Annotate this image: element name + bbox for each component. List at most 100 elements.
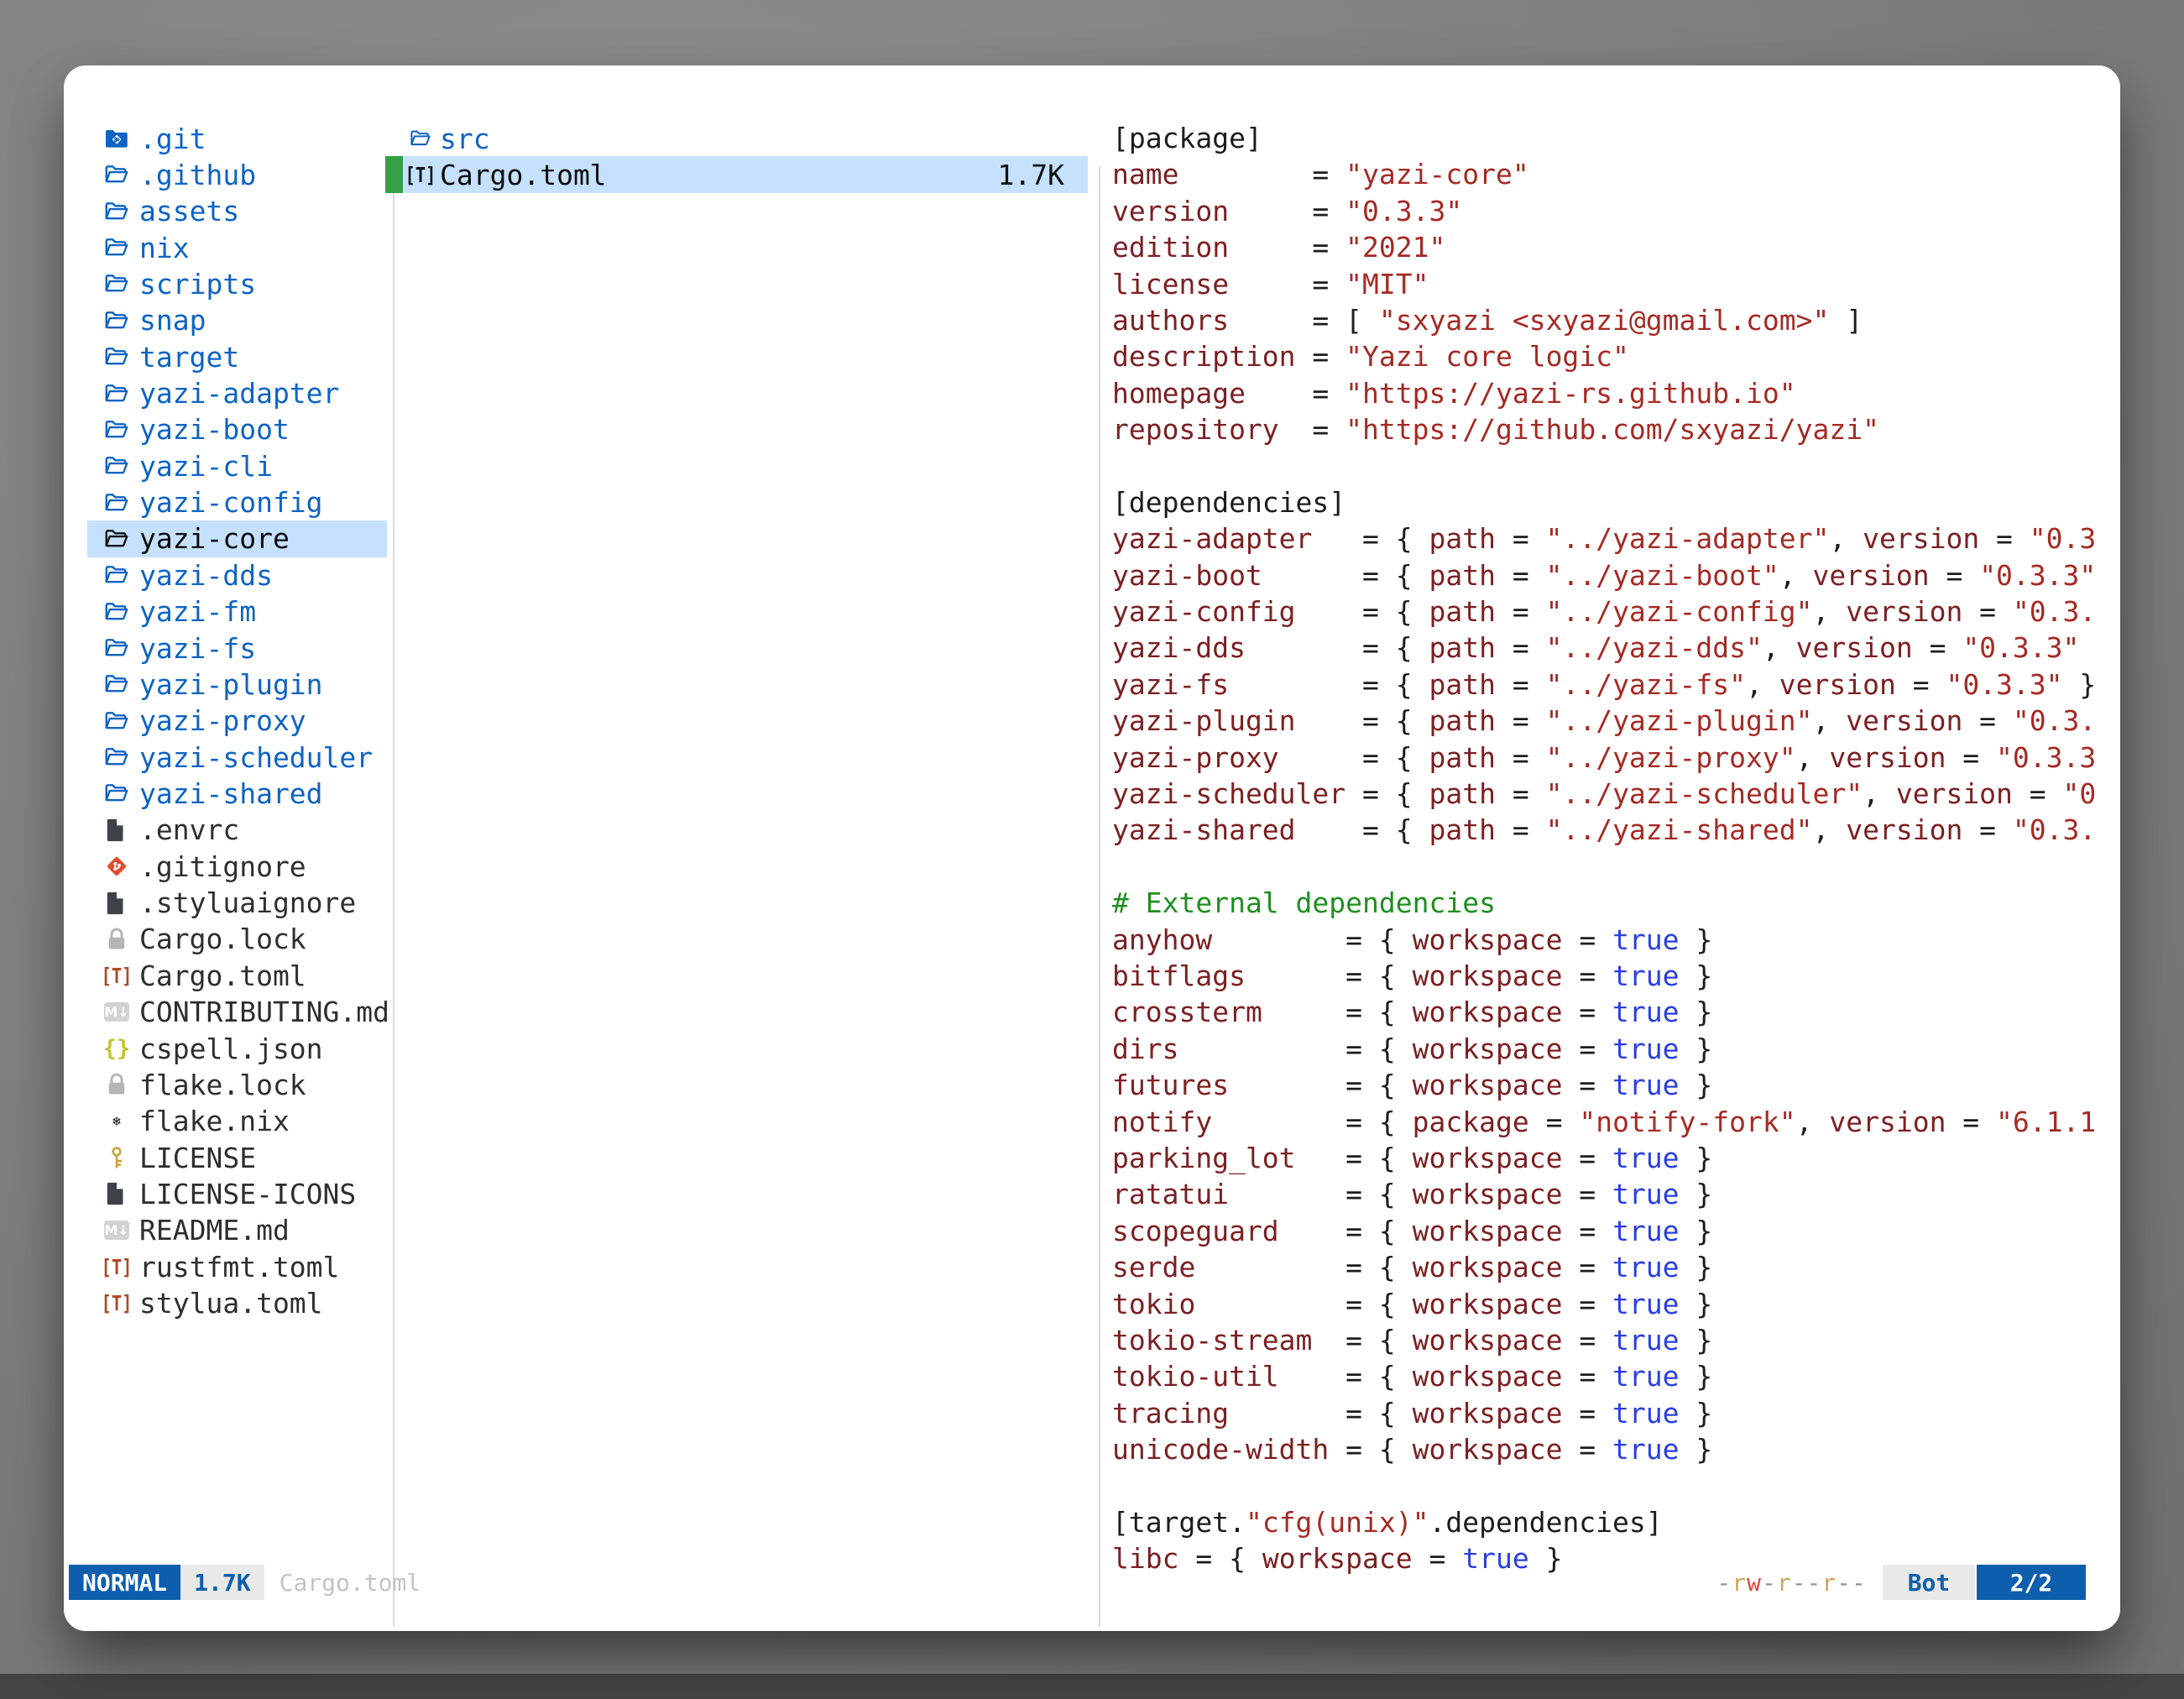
file-name: .github	[139, 159, 256, 191]
list-item-LICENSE[interactable]: LICENSE	[87, 1139, 387, 1176]
list-item-LICENSE-ICONS[interactable]: LICENSE-ICONS	[87, 1175, 387, 1212]
pane-separator	[1099, 166, 1100, 1627]
markdown-icon: M↓	[104, 1000, 129, 1025]
lock-icon	[104, 927, 129, 952]
code-line: yazi-plugin = { path = "../yazi-plugin",…	[1112, 703, 2115, 739]
code-line: [package]	[1112, 120, 2115, 156]
folder-open-icon	[104, 381, 129, 406]
file-name: yazi-config	[139, 486, 323, 519]
code-line: edition = "2021"	[1112, 229, 2115, 265]
code-line: yazi-fs = { path = "../yazi-fs", version…	[1112, 667, 2115, 703]
folder-open-icon	[104, 562, 129, 588]
file-name: yazi-dds	[139, 559, 273, 592]
code-line	[1112, 448, 2115, 484]
status-left-group: NORMAL 1.7K Cargo.toml	[69, 1565, 421, 1600]
file-name: yazi-plugin	[139, 668, 323, 701]
list-item-.git[interactable]: .git	[87, 120, 387, 157]
list-item-scripts[interactable]: scripts	[87, 265, 387, 302]
file-name: yazi-fs	[139, 632, 256, 665]
code-line: description = "Yazi core logic"	[1112, 338, 2115, 374]
code-line: yazi-boot = { path = "../yazi-boot", ver…	[1112, 557, 2115, 593]
list-item-Cargo.toml[interactable]: [T]Cargo.toml1.7K	[403, 156, 1088, 193]
folder-open-icon	[104, 635, 129, 661]
file-name: .envrc	[139, 813, 239, 846]
file-name: target	[139, 341, 239, 374]
list-item-yazi-fm[interactable]: yazi-fm	[87, 593, 387, 630]
folder-open-icon	[104, 745, 129, 770]
file-name: LICENSE-ICONS	[139, 1178, 356, 1210]
status-filename: Cargo.toml	[280, 1569, 421, 1597]
list-item-yazi-core[interactable]: yazi-core	[87, 520, 387, 557]
list-item-.styluaignore[interactable]: .styluaignore	[87, 885, 387, 922]
list-item-.gitignore[interactable]: .gitignore	[87, 848, 387, 885]
yazi-file-manager-window: .git.githubassetsnixscriptssnaptargetyaz…	[64, 65, 2120, 1631]
code-line: name = "yazi-core"	[1112, 156, 2115, 192]
markdown-icon: M↓	[104, 1218, 129, 1243]
file-name: LICENSE	[139, 1142, 256, 1174]
code-line: tokio = { workspace = true }	[1112, 1286, 2115, 1322]
list-item-flake.lock[interactable]: flake.lock	[87, 1066, 387, 1103]
folder-open-icon	[104, 417, 129, 442]
code-line: yazi-proxy = { path = "../yazi-proxy", v…	[1112, 740, 2115, 776]
key-icon	[104, 1145, 129, 1170]
file-icon	[104, 891, 129, 916]
file-name: yazi-proxy	[139, 704, 306, 737]
list-item-yazi-scheduler[interactable]: yazi-scheduler	[87, 739, 387, 776]
list-item-flake.nix[interactable]: ❄flake.nix	[87, 1103, 387, 1140]
list-item-yazi-shared[interactable]: yazi-shared	[87, 775, 387, 812]
list-item-snap[interactable]: snap	[87, 302, 387, 339]
code-line: scopeguard = { workspace = true }	[1112, 1213, 2115, 1249]
list-item-nix[interactable]: nix	[87, 229, 387, 266]
file-name: .styluaignore	[139, 886, 356, 919]
list-item-yazi-proxy[interactable]: yazi-proxy	[87, 703, 387, 740]
list-item-yazi-cli[interactable]: yazi-cli	[87, 447, 387, 484]
list-item-yazi-adapter[interactable]: yazi-adapter	[87, 375, 387, 412]
list-item-src[interactable]: src	[403, 120, 1088, 157]
file-name: src	[440, 123, 490, 155]
code-line: version = "0.3.3"	[1112, 193, 2115, 229]
file-size-badge: 1.7K	[180, 1565, 264, 1600]
folder-open-icon	[104, 526, 129, 552]
list-item-yazi-config[interactable]: yazi-config	[87, 484, 387, 521]
list-item-target[interactable]: target	[87, 338, 387, 375]
file-name: yazi-shared	[139, 777, 323, 810]
file-name: Cargo.toml	[440, 159, 607, 191]
list-item-Cargo.lock[interactable]: Cargo.lock	[87, 921, 387, 958]
code-line: tracing = { workspace = true }	[1112, 1395, 2115, 1431]
code-line: bitflags = { workspace = true }	[1112, 958, 2115, 994]
list-item-CONTRIBUTING.md[interactable]: M↓CONTRIBUTING.md	[87, 994, 387, 1031]
folder-git-icon	[104, 126, 129, 151]
list-item-.github[interactable]: .github	[87, 156, 387, 193]
list-item-yazi-plugin[interactable]: yazi-plugin	[87, 666, 387, 703]
file-name: rustfmt.toml	[139, 1251, 339, 1283]
folder-open-icon	[104, 271, 129, 296]
folder-open-icon	[104, 453, 129, 478]
list-item-.envrc[interactable]: .envrc	[87, 812, 387, 849]
file-name: yazi-cli	[139, 450, 273, 483]
code-line: crossterm = { workspace = true }	[1112, 994, 2115, 1030]
list-item-rustfmt.toml[interactable]: [T]rustfmt.toml	[87, 1248, 387, 1285]
list-item-assets[interactable]: assets	[87, 193, 387, 230]
list-item-README.md[interactable]: M↓README.md	[87, 1212, 387, 1249]
file-icon	[104, 1181, 129, 1206]
toml-icon: [T]	[107, 1291, 128, 1316]
code-line: authors = [ "sxyazi <sxyazi@gmail.com>" …	[1112, 302, 2115, 338]
file-name: snap	[139, 304, 206, 337]
file-name: flake.nix	[139, 1105, 290, 1137]
folder-open-icon	[104, 672, 129, 697]
toml-icon: [T]	[411, 162, 429, 187]
list-item-yazi-boot[interactable]: yazi-boot	[87, 411, 387, 448]
desktop-shadow-band	[0, 1674, 2184, 1699]
list-item-cspell.json[interactable]: {}cspell.json	[87, 1030, 387, 1067]
code-line: unicode-width = { workspace = true }	[1112, 1431, 2115, 1467]
list-item-yazi-dds[interactable]: yazi-dds	[87, 557, 387, 593]
folder-open-icon	[104, 235, 129, 260]
list-item-Cargo.toml[interactable]: [T]Cargo.toml	[87, 957, 387, 994]
code-line: serde = { workspace = true }	[1112, 1249, 2115, 1285]
folder-open-icon	[104, 599, 129, 625]
file-permissions: -rw-r--r--	[1716, 1569, 1867, 1597]
list-item-yazi-fs[interactable]: yazi-fs	[87, 630, 387, 667]
list-item-stylua.toml[interactable]: [T]stylua.toml	[87, 1285, 387, 1322]
folder-open-icon	[104, 708, 129, 734]
file-name: assets	[139, 195, 239, 227]
